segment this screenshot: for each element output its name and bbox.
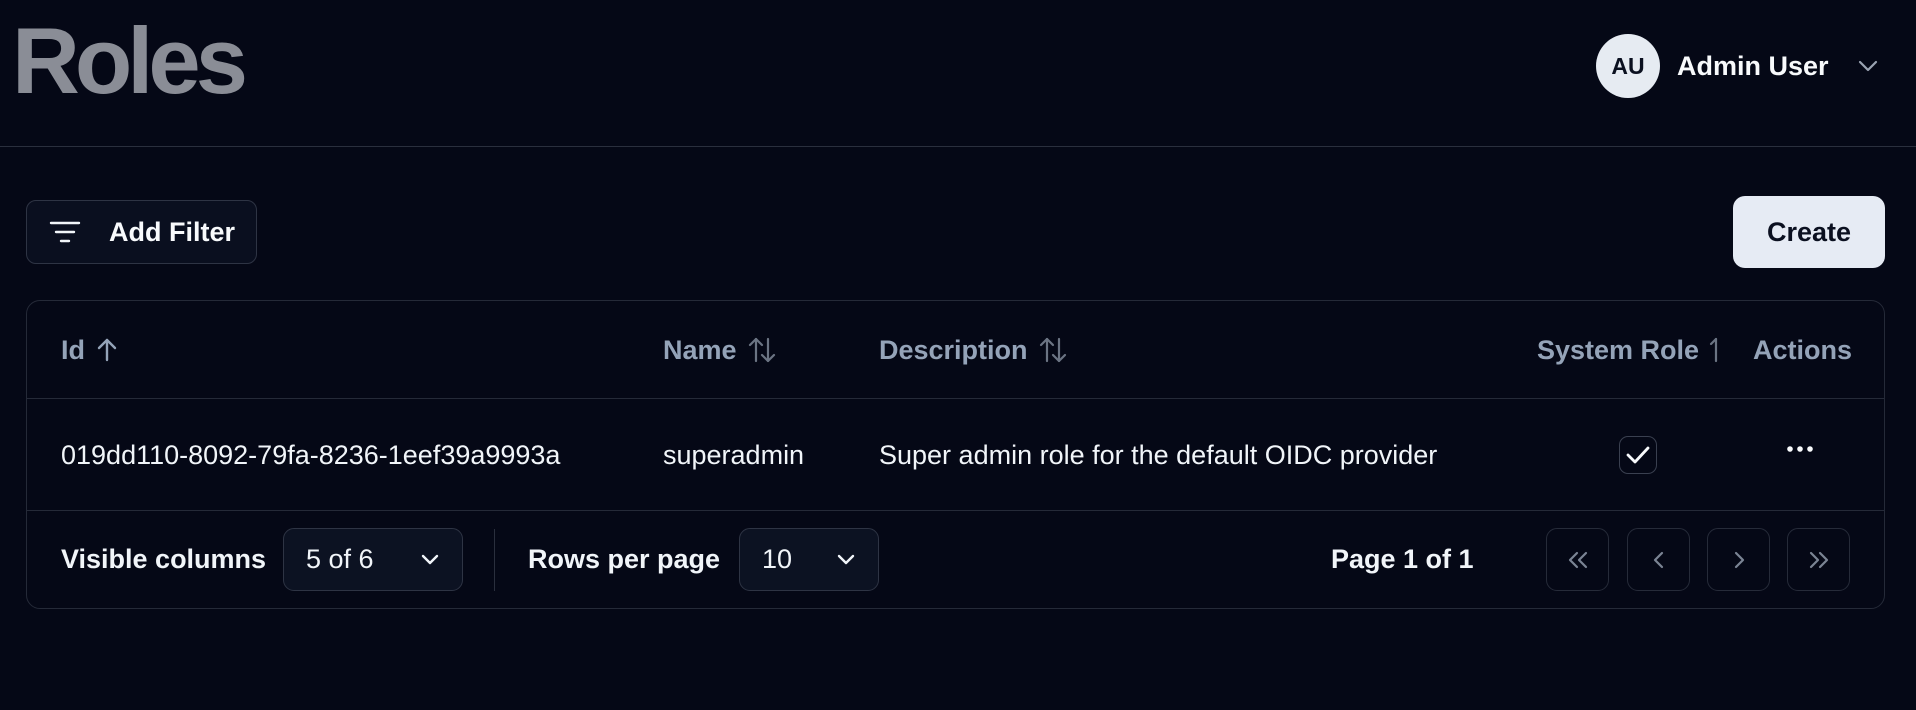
column-header-label: Actions <box>1753 334 1853 365</box>
cell-name: superadmin <box>663 439 805 470</box>
chevrons-right-icon <box>1809 551 1828 568</box>
visible-columns-value: 5 of 6 <box>306 544 374 574</box>
next-page-button[interactable] <box>1707 528 1770 591</box>
create-button[interactable]: Create <box>1733 196 1885 268</box>
cell-description: Super admin role for the default OIDC pr… <box>879 439 1438 470</box>
visible-columns-label: Visible columns <box>61 544 267 574</box>
column-header-name[interactable]: Name <box>663 301 777 399</box>
page-title: Roles <box>12 8 248 113</box>
column-header-id[interactable]: Id <box>61 301 119 399</box>
cell-actions <box>1780 399 1820 511</box>
rows-per-page-select[interactable]: 10 <box>739 528 879 591</box>
table-row[interactable]: 019dd110-8092-79fa-8236-1eef39a9993a sup… <box>27 399 1884 511</box>
system-role-checkbox[interactable] <box>1619 436 1657 474</box>
user-name: Admin User <box>1677 50 1829 81</box>
previous-page-button[interactable] <box>1627 528 1690 591</box>
more-horizontal-icon <box>1787 446 1813 452</box>
filter-icon <box>49 219 81 245</box>
table-footer: Visible columns 5 of 6 Rows per page 10 … <box>27 511 1884 608</box>
add-filter-button[interactable]: Add Filter <box>26 200 257 264</box>
visible-columns-select[interactable]: 5 of 6 <box>283 528 463 591</box>
chevron-left-icon <box>1653 551 1663 568</box>
column-header-actions: Actions <box>1753 301 1852 399</box>
first-page-button[interactable] <box>1546 528 1609 591</box>
chevron-right-icon <box>1734 551 1744 568</box>
check-icon <box>1626 446 1650 464</box>
footer-divider <box>494 529 495 591</box>
chevron-down-icon <box>420 529 440 590</box>
sort-icon <box>747 336 777 364</box>
last-page-button[interactable] <box>1787 528 1850 591</box>
column-header-label: Name <box>663 334 737 365</box>
page-info: Page 1 of 1 <box>1331 544 1474 574</box>
cell-id: 019dd110-8092-79fa-8236-1eef39a9993a <box>61 439 561 470</box>
sort-ascending-icon <box>95 337 119 363</box>
row-actions-button[interactable] <box>1780 429 1820 469</box>
chevron-down-icon <box>836 529 856 590</box>
sort-icon <box>1038 336 1068 364</box>
table-header: Id Name Description System Role Actions <box>27 301 1884 399</box>
cell-system-role <box>1619 399 1657 511</box>
column-header-label: System Role <box>1537 334 1700 365</box>
sort-icon <box>1709 336 1721 364</box>
column-header-system-role[interactable]: System Role <box>1537 301 1721 399</box>
roles-table: Id Name Description System Role Actions … <box>26 300 1885 609</box>
rows-per-page-label: Rows per page <box>528 544 721 574</box>
page-header: Roles AU Admin User <box>0 0 1916 147</box>
chevrons-left-icon <box>1568 551 1587 568</box>
rows-per-page-value: 10 <box>762 544 793 574</box>
column-header-label: Id <box>61 334 85 365</box>
column-header-label: Description <box>879 334 1028 365</box>
user-menu[interactable]: AU Admin User <box>1596 34 1879 98</box>
chevron-down-icon <box>1857 59 1879 73</box>
column-header-description[interactable]: Description <box>879 301 1068 399</box>
avatar: AU <box>1596 34 1660 98</box>
add-filter-label: Add Filter <box>109 216 235 247</box>
